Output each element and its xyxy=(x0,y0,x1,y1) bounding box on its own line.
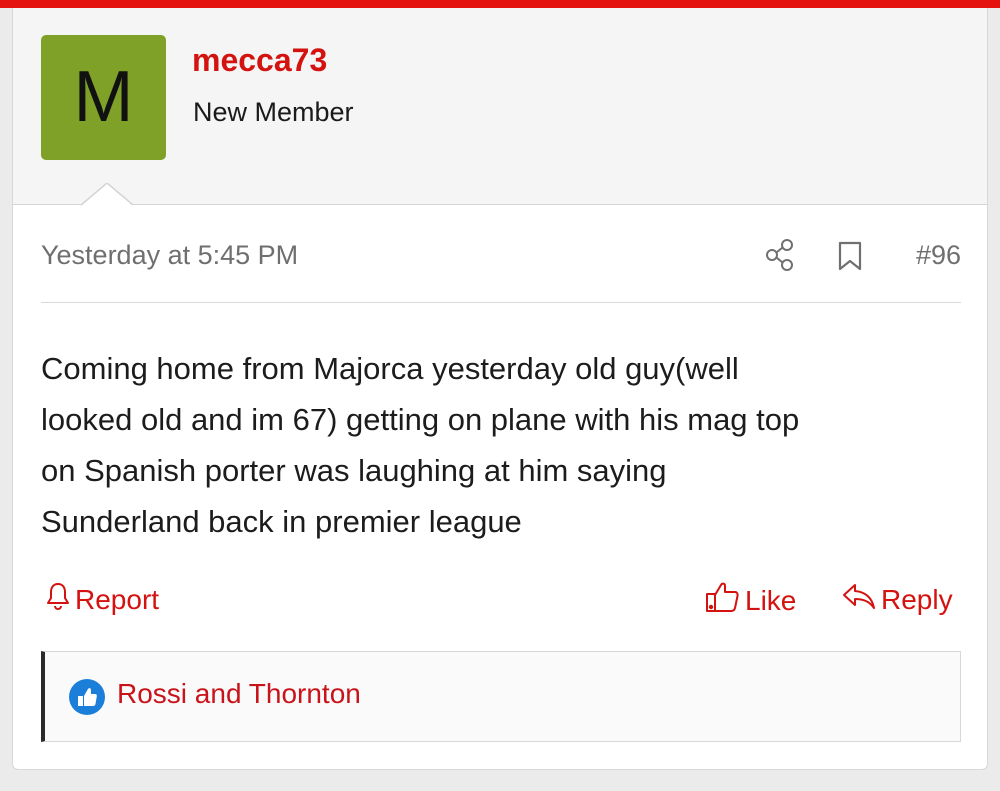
message-line: looked old and im 67) getting on plane w… xyxy=(41,402,800,437)
reactions-bar[interactable]: Rossi and Thornton xyxy=(41,651,961,742)
post-date[interactable]: Yesterday at 5:45 PM xyxy=(41,240,298,271)
message-line: on Spanish porter was laughing at him sa… xyxy=(41,453,667,488)
reaction-users-link[interactable]: Rossi and Thornton xyxy=(117,678,361,710)
reply-label: Reply xyxy=(881,583,953,615)
user-title: New Member xyxy=(193,97,354,127)
post-meta: Yesterday at 5:45 PM #96 xyxy=(41,238,961,280)
message-line: Sunderland back in premier league xyxy=(41,504,522,539)
post-message: Coming home from Majorca yesterday old g… xyxy=(41,343,966,547)
report-button[interactable]: Report xyxy=(45,581,159,618)
post-number-link[interactable]: #96 xyxy=(916,240,961,271)
post-actions: Report Like Reply xyxy=(41,581,961,621)
post-card: M mecca73 New Member Yesterday at 5:45 P… xyxy=(12,8,988,770)
share-icon[interactable] xyxy=(765,238,797,272)
page: M mecca73 New Member Yesterday at 5:45 P… xyxy=(0,0,1000,791)
like-button[interactable]: Like xyxy=(705,581,796,620)
post-user-header: M mecca73 New Member xyxy=(13,8,987,205)
report-label: Report xyxy=(75,583,160,615)
reply-button[interactable]: Reply xyxy=(841,581,953,618)
username-link[interactable]: mecca73 xyxy=(192,42,327,79)
reply-arrow-icon xyxy=(841,581,881,618)
bell-icon xyxy=(45,581,75,618)
thumbs-up-icon xyxy=(69,679,105,715)
like-label: Like xyxy=(745,584,797,616)
thumbs-up-outline-icon xyxy=(705,581,745,620)
message-line: Coming home from Majorca yesterday old g… xyxy=(41,351,739,386)
avatar[interactable]: M xyxy=(41,35,166,160)
meta-divider xyxy=(41,302,961,303)
bookmark-icon[interactable] xyxy=(837,241,863,271)
top-accent-bar xyxy=(0,0,1000,8)
